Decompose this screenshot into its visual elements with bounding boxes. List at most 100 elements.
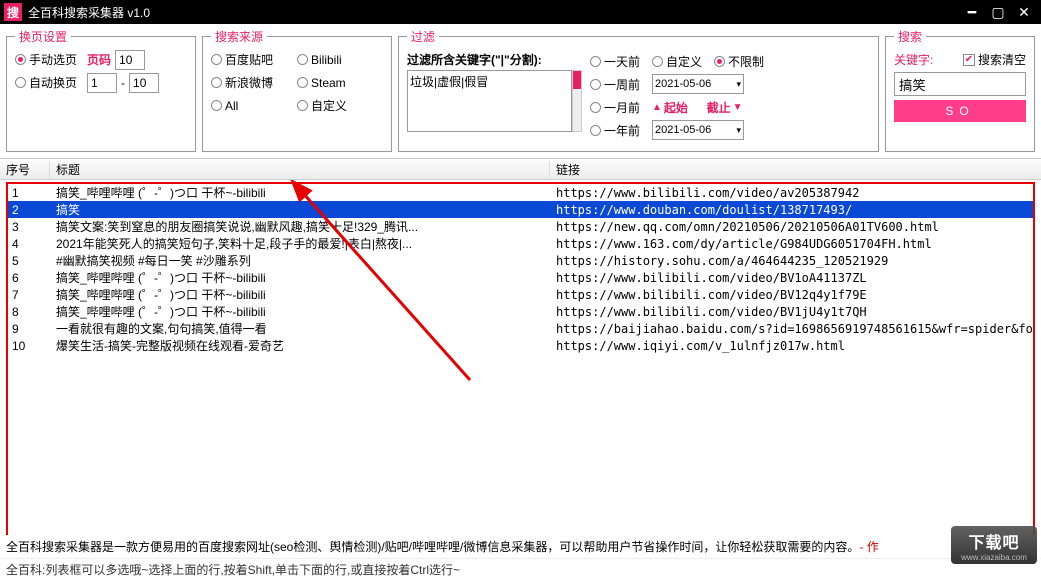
panel-source: 搜索来源 百度贴吧 Bilibili 新浪微博 Steam All 自定义 [202,28,392,152]
cell-no: 10 [8,339,52,353]
keyword-label: 关键字: [894,51,933,68]
cell-title: 搞笑文案:笑到窒息的朋友圈搞笑说说,幽默风趣,搞笑十足!329_腾讯... [52,218,552,235]
checkbox-clear[interactable]: ✔搜索清空 [963,51,1026,68]
cell-title: 搞笑_哔哩哔哩 (゜-゜)つ口 干杯~-bilibili [52,303,552,320]
cell-title: #幽默搞笑视频 #每日一笑 #沙雕系列 [52,252,552,269]
legend-source: 搜索来源 [211,28,267,45]
cell-no: 4 [8,237,52,251]
radio-monthago[interactable]: 一月前 [590,99,640,116]
footer-tip: 全百科:列表框可以多选哦~选择上面的行,按着Shift,单击下面的行,或直接按着… [0,558,1041,582]
cell-title: 2021年能笑死人的搞笑短句子,笑料十足,段子手的最爱!|表白|熬夜|... [52,235,552,252]
cell-title: 搞笑_哔哩哔哩 (゜-゜)つ口 干杯~-bilibili [52,184,552,201]
cell-no: 9 [8,322,52,336]
cell-no: 8 [8,305,52,319]
cell-no: 5 [8,254,52,268]
radio-src-custom[interactable]: 自定义 [297,97,377,114]
legend-search: 搜索 [894,28,926,45]
cell-no: 6 [8,271,52,285]
title-bar: 搜 全百科搜索采集器 v1.0 ━ ▢ ✕ [0,0,1041,24]
list-header: 序号 标题 链接 [0,158,1041,180]
date-from[interactable]: 2021-05-06▾ [652,74,744,94]
radio-auto-page[interactable]: 自动换页 [15,74,77,91]
col-title[interactable]: 标题 [50,161,550,178]
col-no[interactable]: 序号 [0,161,50,178]
table-row[interactable]: 9一看就很有趣的文案,句句搞笑,值得一看https://baijiahao.ba… [8,320,1033,337]
cell-link: https://www.iqiyi.com/v_1ulnfjz017w.html [552,339,1033,353]
cell-link: https://baijiahao.baidu.com/s?id=1698656… [552,322,1033,336]
radio-custom-time[interactable]: 自定义 [652,53,702,70]
end-label: 截止▼ [707,99,743,116]
result-list[interactable]: 1搞笑_哔哩哔哩 (゜-゜)つ口 干杯~-bilibilihttps://www… [6,182,1035,552]
cell-title: 一看就很有趣的文案,句句搞笑,值得一看 [52,320,552,337]
table-row[interactable]: 5#幽默搞笑视频 #每日一笑 #沙雕系列https://history.sohu… [8,252,1033,269]
cell-no: 1 [8,186,52,200]
table-row[interactable]: 2搞笑https://www.douban.com/doulist/138717… [8,201,1033,218]
keyword-input[interactable] [894,72,1026,96]
window-title: 全百科搜索采集器 v1.0 [28,4,959,21]
radio-auto-label: 自动换页 [29,74,77,91]
dropdown-icon: ▾ [736,79,741,90]
radio-src-tieba[interactable]: 百度贴吧 [211,51,291,68]
minimize-button[interactable]: ━ [959,4,985,21]
panel-search: 搜索 关键字: ✔搜索清空 SO [885,28,1035,152]
table-row[interactable]: 1搞笑_哔哩哔哩 (゜-゜)つ口 干杯~-bilibilihttps://www… [8,184,1033,201]
cell-link: https://www.163.com/dy/article/G984UDG60… [552,237,1033,251]
cell-link: https://www.douban.com/doulist/138717493… [552,203,1033,217]
maximize-button[interactable]: ▢ [985,4,1011,21]
page-label: 页码 [87,51,111,68]
radio-src-bilibili[interactable]: Bilibili [297,53,377,67]
radio-yearago[interactable]: 一年前 [590,122,640,139]
col-link[interactable]: 链接 [550,161,1041,178]
dropdown-icon: ▾ [736,125,741,136]
search-button[interactable]: SO [894,100,1026,122]
app-logo: 搜 [4,3,22,21]
panel-filter: 过滤 过滤所含关键字("|"分割): 垃圾|虚假|假冒 一天前 自定义 不限制 … [398,28,879,152]
footer-desc-tail: - 作 [859,538,878,555]
cell-no: 7 [8,288,52,302]
footer: 全百科搜索采集器是一款方便易用的百度搜索网址(seo检测、舆情检测)/贴吧/哔哩… [0,535,1041,582]
cell-title: 爆笑生活-搞笑-完整版视频在线观看-爱奇艺 [52,337,552,354]
cell-title: 搞笑_哔哩哔哩 (゜-゜)つ口 干杯~-bilibili [52,269,552,286]
dash: - [121,76,125,90]
cell-title: 搞笑_哔哩哔哩 (゜-゜)つ口 干杯~-bilibili [52,286,552,303]
arrow-up-icon: ▲ [652,102,662,113]
radio-src-all[interactable]: All [211,99,291,113]
radio-src-weibo[interactable]: 新浪微博 [211,74,291,91]
table-row[interactable]: 10爆笑生活-搞笑-完整版视频在线观看-爱奇艺https://www.iqiyi… [8,337,1033,354]
download-badge: 下载吧 www.xiazaiba.com [951,526,1037,564]
date-to[interactable]: 2021-05-06▾ [652,120,744,140]
radio-src-steam[interactable]: Steam [297,76,377,90]
page-input[interactable] [115,50,145,70]
radio-manual-page[interactable]: 手动选页 [15,51,77,68]
radio-manual-label: 手动选页 [29,51,77,68]
radio-weekago[interactable]: 一周前 [590,76,640,93]
cell-no: 3 [8,220,52,234]
start-label: ▲起始 [652,99,688,116]
table-row[interactable]: 6搞笑_哔哩哔哩 (゜-゜)つ口 干杯~-bilibilihttps://www… [8,269,1033,286]
cell-no: 2 [8,203,52,217]
cell-link: https://new.qq.com/omn/20210506/20210506… [552,220,1033,234]
radio-nolimit[interactable]: 不限制 [714,53,764,70]
cell-title: 搞笑 [52,201,552,218]
legend-filter: 过滤 [407,28,439,45]
arrow-down-icon: ▼ [733,102,743,113]
table-row[interactable]: 7搞笑_哔哩哔哩 (゜-゜)つ口 干杯~-bilibilihttps://www… [8,286,1033,303]
filter-scrollbar[interactable] [572,70,582,132]
footer-desc: 全百科搜索采集器是一款方便易用的百度搜索网址(seo检测、舆情检测)/贴吧/哔哩… [6,538,859,555]
table-row[interactable]: 42021年能笑死人的搞笑短句子,笑料十足,段子手的最爱!|表白|熬夜|...h… [8,235,1033,252]
auto-to-input[interactable] [129,73,159,93]
close-button[interactable]: ✕ [1011,4,1037,21]
filter-label: 过滤所含关键字("|"分割): [407,51,582,68]
toolbar: 换页设置 手动选页 页码 自动换页 - 搜索来源 百度贴吧 Bilibili 新… [0,24,1041,158]
table-row[interactable]: 3搞笑文案:笑到窒息的朋友圈搞笑说说,幽默风趣,搞笑十足!329_腾讯...ht… [8,218,1033,235]
radio-dayago[interactable]: 一天前 [590,53,640,70]
cell-link: https://www.bilibili.com/video/av2053879… [552,186,1033,200]
cell-link: https://history.sohu.com/a/464644235_120… [552,254,1033,268]
legend-pageset: 换页设置 [15,28,71,45]
cell-link: https://www.bilibili.com/video/BV12q4y1f… [552,288,1033,302]
panel-pageset: 换页设置 手动选页 页码 自动换页 - [6,28,196,152]
cell-link: https://www.bilibili.com/video/BV1oA4113… [552,271,1033,285]
filter-textarea[interactable]: 垃圾|虚假|假冒 [407,70,572,132]
table-row[interactable]: 8搞笑_哔哩哔哩 (゜-゜)つ口 干杯~-bilibilihttps://www… [8,303,1033,320]
auto-from-input[interactable] [87,73,117,93]
